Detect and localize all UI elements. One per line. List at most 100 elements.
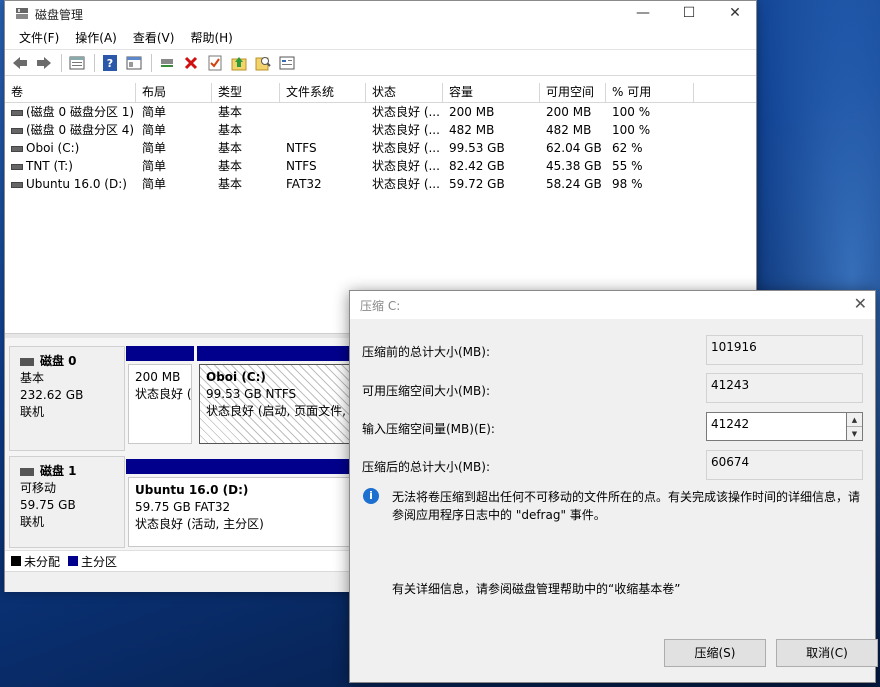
cell-capacity: 482 MB: [449, 123, 495, 137]
cell-capacity: 200 MB: [449, 105, 495, 119]
menu-bar: 文件(F) 操作(A) 查看(V) 帮助(H): [5, 26, 756, 49]
cell-status: 状态良好 (...: [372, 177, 440, 191]
cell-volume: Ubuntu 16.0 (D:): [26, 177, 127, 191]
help-message: 有关详细信息，请参阅磁盘管理帮助中的“收缩基本卷”: [392, 582, 681, 596]
shrink-amount-input[interactable]: 41242: [706, 412, 847, 441]
cell-free-space: 200 MB: [546, 105, 592, 119]
svg-text:?: ?: [107, 57, 113, 70]
cell-type: 基本: [218, 177, 243, 191]
cell-percent-free: 62 %: [612, 141, 643, 155]
cell-percent-free: 100 %: [612, 123, 651, 137]
partition-bar: [197, 346, 367, 361]
partition-c[interactable]: Oboi (C:) 99.53 GB NTFS 状态良好 (启动, 页面文件, …: [199, 364, 365, 444]
cell-filesystem: [280, 121, 366, 139]
disk-0-info[interactable]: 磁盘 0 基本 232.62 GB 联机: [9, 346, 125, 451]
volume-icon: [11, 145, 23, 152]
cell-percent-free: 55 %: [612, 159, 643, 173]
disk-size: 59.75 GB: [20, 498, 76, 512]
field-label-available-shrink: 可用压缩空间大小(MB):: [362, 384, 490, 398]
partition-status: 状态良好 (启动, 页面文件, 故: [206, 404, 362, 418]
column-header-layout[interactable]: 布局: [136, 83, 212, 102]
menu-help[interactable]: 帮助(H): [182, 29, 240, 46]
column-header-capacity[interactable]: 容量: [443, 83, 540, 102]
disk-1-info[interactable]: 磁盘 1 可移动 59.75 GB 联机: [9, 456, 125, 548]
partition-bar: [126, 346, 194, 361]
console-icon[interactable]: [123, 53, 145, 73]
disk-icon: [20, 357, 34, 366]
stepper-up-icon[interactable]: ▲: [847, 413, 862, 427]
partition-size: 99.53 GB NTFS: [206, 387, 297, 401]
cell-filesystem: NTFS: [286, 141, 317, 155]
close-button[interactable]: ✕: [712, 1, 758, 26]
properties-icon[interactable]: [66, 53, 88, 73]
back-icon[interactable]: [9, 53, 31, 73]
partition-status: 状态良好 (活动, 主分区): [135, 517, 264, 531]
settings-icon[interactable]: [276, 53, 298, 73]
cell-volume: TNT (T:): [26, 159, 73, 173]
shrink-amount-stepper[interactable]: ▲ ▼: [847, 412, 863, 441]
column-header-percent-free[interactable]: % 可用: [606, 83, 694, 102]
menu-file[interactable]: 文件(F): [11, 29, 67, 46]
maximize-button[interactable]: ☐: [666, 1, 712, 26]
help-icon[interactable]: ?: [99, 53, 121, 73]
stepper-down-icon[interactable]: ▼: [847, 427, 862, 441]
cancel-button[interactable]: 取消(C): [776, 639, 878, 667]
legend-label-primary: 主分区: [81, 554, 118, 569]
table-row[interactable]: TNT (T:) 简单 基本 NTFS 状态良好 (... 82.42 GB 4…: [5, 157, 756, 175]
column-header-free-space[interactable]: 可用空间: [540, 83, 606, 102]
volume-icon: [11, 163, 23, 170]
cell-filesystem: NTFS: [286, 159, 317, 173]
table-row[interactable]: (磁盘 0 磁盘分区 4) 简单 基本 状态良好 (... 482 MB 482…: [5, 121, 756, 139]
disk-type: 可移动: [20, 481, 57, 495]
info-message: 无法将卷压缩到超出任何不可移动的文件所在的点。有关完成该操作时间的详细信息，请参…: [392, 490, 861, 522]
menu-action[interactable]: 操作(A): [67, 29, 125, 46]
table-row[interactable]: Oboi (C:) 简单 基本 NTFS 状态良好 (... 99.53 GB …: [5, 139, 756, 157]
legend-label-unallocated: 未分配: [24, 554, 61, 569]
column-header-type[interactable]: 类型: [212, 83, 280, 102]
search-icon[interactable]: [252, 53, 274, 73]
cell-layout: 简单: [142, 105, 167, 119]
menu-view[interactable]: 查看(V): [125, 29, 183, 46]
field-label-shrink-amount: 输入压缩空间量(MB)(E):: [362, 422, 495, 436]
check-icon[interactable]: [204, 53, 226, 73]
toolbar-divider: [151, 53, 152, 72]
toolbar-divider: [94, 53, 95, 72]
up-icon[interactable]: [228, 53, 250, 73]
cell-layout: 简单: [142, 159, 167, 173]
table-row[interactable]: (磁盘 0 磁盘分区 1) 简单 基本 状态良好 (... 200 MB 200…: [5, 103, 756, 121]
cell-layout: 简单: [142, 123, 167, 137]
volume-icon: [11, 127, 23, 134]
disk-size: 232.62 GB: [20, 388, 84, 402]
column-header-volume[interactable]: 卷: [5, 83, 136, 102]
field-label-total-after: 压缩后的总计大小(MB):: [362, 460, 490, 474]
cell-type: 基本: [218, 141, 243, 155]
partition-bar: [126, 459, 367, 474]
info-icon: i: [363, 488, 379, 504]
partition-d[interactable]: Ubuntu 16.0 (D:) 59.75 GB FAT32 状态良好 (活动…: [128, 477, 367, 547]
dialog-title-bar[interactable]: 压缩 C: ✕: [350, 291, 875, 319]
legend-swatch-unallocated: [11, 556, 21, 566]
title-bar[interactable]: 磁盘管理 — ☐ ✕: [5, 1, 756, 26]
disk-icon: [20, 467, 34, 476]
shrink-button[interactable]: 压缩(S): [664, 639, 766, 667]
minimize-button[interactable]: —: [620, 1, 666, 26]
forward-icon[interactable]: [33, 53, 55, 73]
partition-size: 59.75 GB FAT32: [135, 500, 231, 514]
cell-capacity: 82.42 GB: [449, 159, 505, 173]
cell-filesystem: FAT32: [286, 177, 322, 191]
table-row[interactable]: Ubuntu 16.0 (D:) 简单 基本 FAT32 状态良好 (... 5…: [5, 175, 756, 193]
cell-status: 状态良好 (...: [372, 123, 440, 137]
delete-icon[interactable]: [180, 53, 202, 73]
partition-efi[interactable]: 200 MB 状态良好 (: [128, 364, 192, 444]
partition-status: 状态良好 (: [135, 387, 192, 401]
volume-icon: [11, 109, 23, 116]
connect-icon[interactable]: [156, 53, 178, 73]
cell-capacity: 99.53 GB: [449, 141, 505, 155]
dialog-close-icon[interactable]: ✕: [854, 294, 867, 313]
cell-free-space: 482 MB: [546, 123, 592, 137]
partition-size: 200 MB: [135, 370, 181, 384]
cell-free-space: 45.38 GB: [546, 159, 602, 173]
column-header-filesystem[interactable]: 文件系统: [280, 83, 366, 102]
cell-filesystem: [280, 103, 366, 121]
column-header-status[interactable]: 状态: [366, 83, 443, 102]
